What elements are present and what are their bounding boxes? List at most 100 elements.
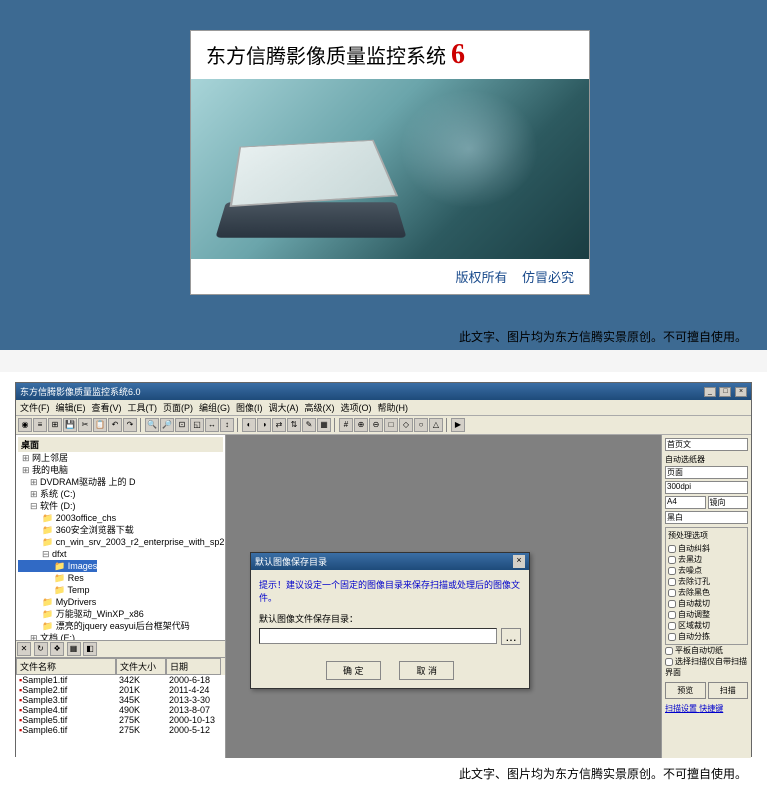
toolbar-icon[interactable]: ◇ (399, 418, 413, 432)
menu-item[interactable]: 帮助(H) (378, 403, 409, 413)
tool-icon[interactable]: ↻ (34, 642, 48, 656)
toolbar-icon[interactable]: 🔎 (160, 418, 174, 432)
option-checkbox[interactable]: 自动裁切 (668, 598, 745, 609)
tool-icon[interactable]: ❖ (50, 642, 64, 656)
col-size[interactable]: 文件大小 (116, 658, 166, 675)
menu-item[interactable]: 查看(V) (92, 403, 122, 413)
scanner-select[interactable]: 首页文 (665, 438, 748, 451)
toolbar-icon[interactable]: ⊖ (369, 418, 383, 432)
toolbar-icon[interactable]: ⊕ (354, 418, 368, 432)
toolbar-icon[interactable]: △ (429, 418, 443, 432)
tree-node[interactable]: ⊟ dfxt (18, 548, 223, 560)
dpi-select[interactable]: 300dpi (665, 481, 748, 494)
tree-root[interactable]: 桌面 (18, 437, 223, 452)
tree-node[interactable]: 📁 Images (18, 560, 97, 572)
option-checkbox[interactable]: 自动纠斜 (668, 543, 745, 554)
scan-settings-link[interactable]: 扫描设置 (665, 704, 697, 713)
native-ui-checkbox[interactable]: 选择扫描仪自带扫描界面 (665, 656, 748, 678)
menu-item[interactable]: 调大(A) (269, 403, 299, 413)
tree-node[interactable]: 📁 Res (18, 572, 223, 584)
minimize-button[interactable]: _ (704, 387, 716, 397)
directory-input[interactable] (259, 628, 497, 644)
orient-select[interactable]: 镜向 (708, 496, 749, 509)
file-row[interactable]: ▪Sample4.tif490K2013-8-07 (16, 705, 225, 715)
toolbar-icon[interactable]: ⇅ (287, 418, 301, 432)
tree-node[interactable]: 📁 2003office_chs (18, 512, 223, 524)
close-button[interactable]: × (735, 387, 747, 397)
toolbar-icon[interactable]: 🔍 (145, 418, 159, 432)
tree-node[interactable]: 📁 cn_win_srv_2003_r2_enterprise_with_sp2 (18, 536, 223, 548)
toolbar-icon[interactable]: # (339, 418, 353, 432)
col-date[interactable]: 日期 (166, 658, 221, 675)
tree-node[interactable]: ⊞ 我的电脑 (18, 464, 223, 476)
toolbar-icon[interactable]: ↕ (220, 418, 234, 432)
toolbar-icon[interactable]: ⇄ (272, 418, 286, 432)
file-row[interactable]: ▪Sample2.tif201K2011-4-24 (16, 685, 225, 695)
file-row[interactable]: ▪Sample5.tif275K2000-10-13 (16, 715, 225, 725)
tree-node[interactable]: 📁 万能驱动_WinXP_x86 (18, 608, 223, 620)
tree-node[interactable]: ⊞ 文档 (E:) (18, 632, 223, 640)
cancel-button[interactable]: 取 消 (399, 661, 454, 680)
file-list[interactable]: 文件名称 文件大小 日期 ▪Sample1.tif342K2000-6-18▪S… (16, 658, 225, 758)
tree-node[interactable]: ⊞ 网上邻居 (18, 452, 223, 464)
browse-button[interactable]: ... (501, 628, 521, 645)
option-checkbox[interactable]: 去噪点 (668, 565, 745, 576)
option-checkbox[interactable]: 去黑边 (668, 554, 745, 565)
tool-icon[interactable]: ✕ (17, 642, 31, 656)
color-select[interactable]: 黑白 (665, 511, 748, 524)
menu-item[interactable]: 图像(I) (236, 403, 263, 413)
menu-item[interactable]: 文件(F) (20, 403, 50, 413)
toolbar-icon[interactable]: ⊞ (48, 418, 62, 432)
tree-node[interactable]: ⊞ DVDRAM驱动器 上的 D (18, 476, 223, 488)
option-checkbox[interactable]: 自动分拣 (668, 631, 745, 642)
dialog-close-icon[interactable]: × (513, 555, 525, 568)
option-checkbox[interactable]: 自动调整 (668, 609, 745, 620)
toolbar-icon[interactable]: 📋 (93, 418, 107, 432)
tool-icon[interactable]: ▦ (67, 642, 81, 656)
col-name[interactable]: 文件名称 (16, 658, 116, 675)
size-select[interactable]: A4 (665, 496, 706, 509)
scan-button[interactable]: 扫描 (708, 682, 749, 699)
preview-button[interactable]: 预览 (665, 682, 706, 699)
option-checkbox[interactable]: 去除黑色 (668, 587, 745, 598)
shortcut-link[interactable]: 快捷键 (699, 704, 723, 713)
menu-item[interactable]: 高级(X) (305, 403, 335, 413)
toolbar-icon[interactable]: ◑ (257, 418, 271, 432)
toolbar-icon[interactable]: ◐ (242, 418, 256, 432)
toolbar-icon[interactable]: ↷ (123, 418, 137, 432)
toolbar-icon[interactable]: ↶ (108, 418, 122, 432)
menu-item[interactable]: 编组(G) (199, 403, 230, 413)
toolbar-icon[interactable]: ◉ (18, 418, 32, 432)
file-row[interactable]: ▪Sample1.tif342K2000-6-18 (16, 675, 225, 685)
file-row[interactable]: ▪Sample6.tif275K2000-5-12 (16, 725, 225, 735)
option-checkbox[interactable]: 去除订孔 (668, 576, 745, 587)
tree-node[interactable]: 📁 MyDrivers (18, 596, 223, 608)
toolbar-icon[interactable]: ↔ (205, 418, 219, 432)
menu-item[interactable]: 页面(P) (163, 403, 193, 413)
toolbar-icon[interactable]: □ (384, 418, 398, 432)
toolbar-icon[interactable]: ◱ (190, 418, 204, 432)
tree-node[interactable]: 📁 Temp (18, 584, 223, 596)
menu-item[interactable]: 工具(T) (128, 403, 158, 413)
toolbar-icon[interactable]: ▦ (317, 418, 331, 432)
tree-node[interactable]: ⊟ 软件 (D:) (18, 500, 223, 512)
flatbed-checkbox[interactable]: 平板自动切纸 (665, 645, 748, 656)
toolbar-icon[interactable]: ✎ (302, 418, 316, 432)
menu-item[interactable]: 编辑(E) (56, 403, 86, 413)
toolbar-icon[interactable]: ✂ (78, 418, 92, 432)
toolbar-icon[interactable]: ⊡ (175, 418, 189, 432)
folder-tree[interactable]: 桌面 ⊞ 网上邻居⊞ 我的电脑⊞ DVDRAM驱动器 上的 D⊞ 系统 (C:)… (16, 435, 225, 640)
ok-button[interactable]: 确 定 (326, 661, 381, 680)
toolbar-icon[interactable]: ○ (414, 418, 428, 432)
toolbar-icon[interactable]: ≡ (33, 418, 47, 432)
paper-select[interactable]: 页面 (665, 466, 748, 479)
tree-node[interactable]: 📁 漂亮的jquery easyui后台框架代码 (18, 620, 223, 632)
menu-item[interactable]: 选项(O) (341, 403, 372, 413)
tree-node[interactable]: ⊞ 系统 (C:) (18, 488, 223, 500)
tool-icon[interactable]: ◧ (83, 642, 97, 656)
maximize-button[interactable]: □ (719, 387, 731, 397)
option-checkbox[interactable]: 区域裁切 (668, 620, 745, 631)
file-row[interactable]: ▪Sample3.tif345K2013-3-30 (16, 695, 225, 705)
toolbar-icon[interactable]: 💾 (63, 418, 77, 432)
tree-node[interactable]: 📁 360安全浏览器下载 (18, 524, 223, 536)
